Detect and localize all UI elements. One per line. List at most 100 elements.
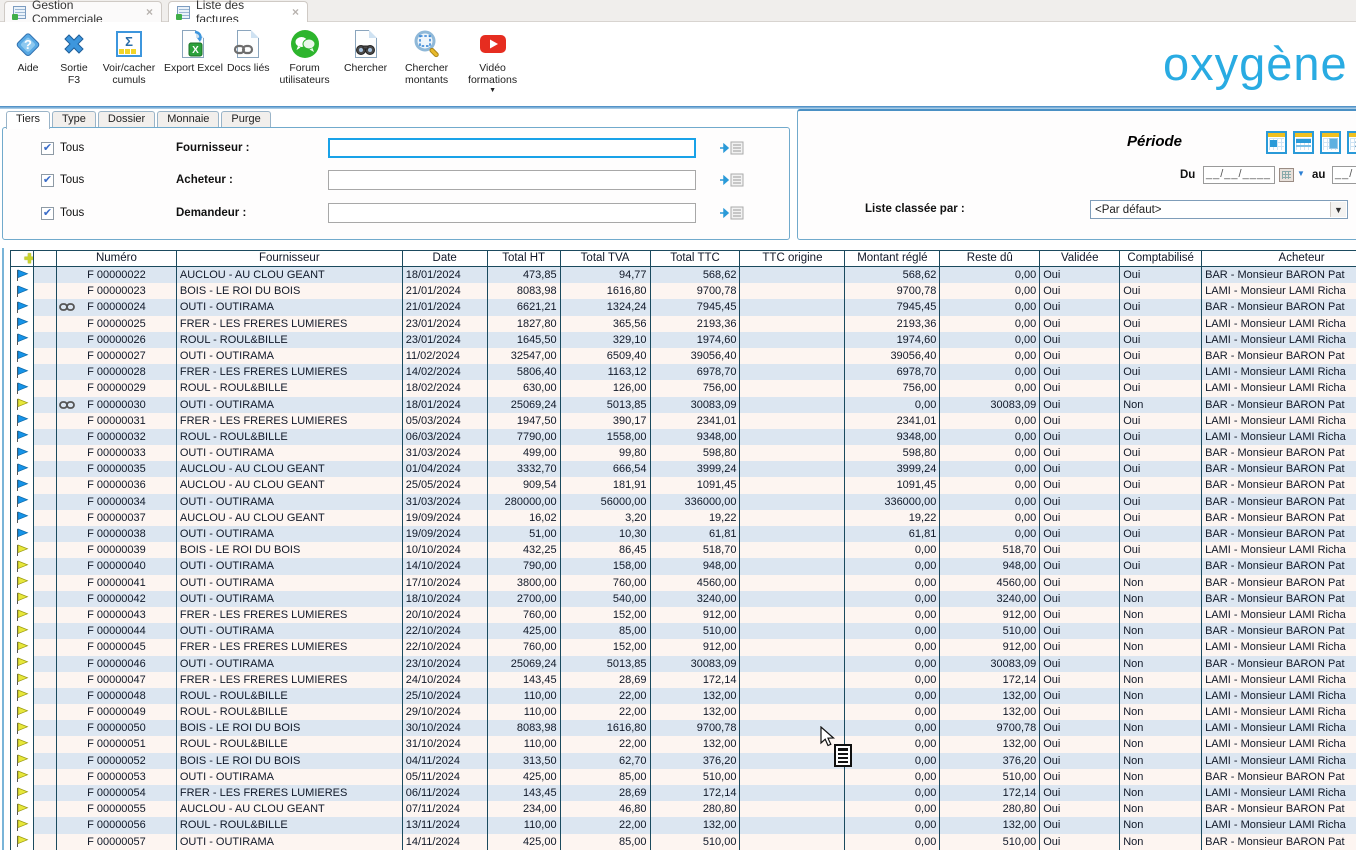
video-formations-button[interactable]: Vidéo formations ▼: [462, 28, 524, 94]
date-picker-arrow-icon[interactable]: ▼: [1297, 169, 1305, 178]
column-header-date[interactable]: Date: [403, 251, 488, 266]
table-row[interactable]: F 00000044OUTI - OUTIRAMA22/10/2024425,0…: [11, 623, 1356, 639]
table-row[interactable]: F 00000050BOIS - LE ROI DU BOIS30/10/202…: [11, 720, 1356, 736]
cell-montant_regle: 39056,40: [845, 348, 940, 364]
close-icon[interactable]: ×: [292, 5, 299, 19]
close-icon[interactable]: ×: [146, 5, 153, 19]
table-row[interactable]: F 00000038OUTI - OUTIRAMA19/09/202451,00…: [11, 526, 1356, 542]
table-row[interactable]: F 00000046OUTI - OUTIRAMA23/10/202425069…: [11, 656, 1356, 672]
calendar-month-button[interactable]: [1320, 131, 1341, 154]
table-row[interactable]: F 00000023BOIS - LE ROI DU BOIS21/01/202…: [11, 283, 1356, 299]
aide-button[interactable]: ? Aide: [6, 28, 50, 74]
dropdown-arrow-icon[interactable]: ▼: [1330, 202, 1346, 217]
cell-montant_regle: 598,80: [845, 445, 940, 461]
tab-type[interactable]: Type: [52, 111, 96, 128]
docs-lies-button[interactable]: Docs liés: [227, 28, 270, 74]
forum-utilisateurs-button[interactable]: Forum utilisateurs: [274, 28, 336, 86]
flag-icon: [15, 673, 29, 686]
tab-liste-des-factures[interactable]: Liste des factures ×: [168, 1, 308, 22]
open-demandeur-list-icon[interactable]: [719, 206, 745, 220]
fournisseur-input[interactable]: [328, 138, 696, 158]
tab-tiers[interactable]: Tiers: [6, 111, 50, 129]
chercher-montants-button[interactable]: Chercher montants: [396, 28, 458, 86]
calendar-day-button[interactable]: [1266, 131, 1287, 154]
table-row[interactable]: F 00000026ROUL - ROUL&BILLE23/01/2024164…: [11, 332, 1356, 348]
table-row[interactable]: F 00000022AUCLOU - AU CLOU GEANT18/01/20…: [11, 267, 1356, 283]
cell-flag: [11, 753, 34, 769]
sortie-f3-button[interactable]: Sortie F3: [54, 28, 94, 86]
column-header-acheteur[interactable]: Acheteur: [1202, 251, 1356, 266]
table-row[interactable]: F 00000032ROUL - ROUL&BILLE06/03/2024779…: [11, 429, 1356, 445]
chevron-down-icon[interactable]: ▼: [489, 87, 496, 94]
table-row[interactable]: F 00000036AUCLOU - AU CLOU GEANT25/05/20…: [11, 477, 1356, 493]
table-row[interactable]: F 00000025FRER - LES FRERES LUMIERES23/0…: [11, 316, 1356, 332]
cell-total_ht: 234,00: [488, 801, 561, 817]
table-row[interactable]: F 00000051ROUL - ROUL&BILLE31/10/2024110…: [11, 736, 1356, 752]
export-excel-button[interactable]: X Export Excel: [164, 28, 223, 74]
table-row[interactable]: F 00000039BOIS - LE ROI DU BOIS10/10/202…: [11, 542, 1356, 558]
table-row[interactable]: F 00000028FRER - LES FRERES LUMIERES14/0…: [11, 364, 1356, 380]
column-header-numero[interactable]: Numéro: [57, 251, 177, 266]
column-header-spacer[interactable]: [34, 251, 57, 266]
tous-acheteur-checkbox[interactable]: ✔: [41, 174, 54, 187]
tab-dossier[interactable]: Dossier: [98, 111, 155, 128]
table-row[interactable]: F 00000055AUCLOU - AU CLOU GEANT07/11/20…: [11, 801, 1356, 817]
tous-demandeur-checkbox[interactable]: ✔: [41, 207, 54, 220]
cell-total_tva: 1616,80: [561, 720, 651, 736]
table-row[interactable]: F 00000035AUCLOU - AU CLOU GEANT01/04/20…: [11, 461, 1356, 477]
table-row[interactable]: F 00000042OUTI - OUTIRAMA18/10/20242700,…: [11, 591, 1356, 607]
column-header-ttc_origine[interactable]: TTC origine: [740, 251, 845, 266]
column-header-comptabilise[interactable]: Comptabilisé: [1120, 251, 1202, 266]
chercher-button[interactable]: Chercher: [340, 28, 392, 74]
table-row[interactable]: F 00000043FRER - LES FRERES LUMIERES20/1…: [11, 607, 1356, 623]
column-header-total_ttc[interactable]: Total TTC: [651, 251, 741, 266]
table-row[interactable]: F 00000056ROUL - ROUL&BILLE13/11/2024110…: [11, 817, 1356, 833]
cell-spacer: [34, 575, 57, 591]
table-row[interactable]: F 00000037AUCLOU - AU CLOU GEANT19/09/20…: [11, 510, 1356, 526]
column-header-total_ht[interactable]: Total HT: [488, 251, 561, 266]
table-row[interactable]: F 00000045FRER - LES FRERES LUMIERES22/1…: [11, 639, 1356, 655]
open-fournisseur-list-icon[interactable]: [719, 141, 745, 155]
table-row[interactable]: F 00000029ROUL - ROUL&BILLE18/02/2024630…: [11, 380, 1356, 396]
column-header-flag[interactable]: ✚▼: [11, 251, 34, 266]
sort-dropdown[interactable]: <Par défaut> ▼: [1090, 200, 1348, 219]
date-to-input[interactable]: __/: [1332, 166, 1356, 184]
table-row[interactable]: F 00000033OUTI - OUTIRAMA31/03/2024499,0…: [11, 445, 1356, 461]
table-row[interactable]: F 00000030OUTI - OUTIRAMA18/01/202425069…: [11, 397, 1356, 413]
tab-purge[interactable]: Purge: [221, 111, 270, 128]
table-row[interactable]: F 00000040OUTI - OUTIRAMA14/10/2024790,0…: [11, 558, 1356, 574]
table-row[interactable]: F 00000047FRER - LES FRERES LUMIERES24/1…: [11, 672, 1356, 688]
table-row[interactable]: F 00000024OUTI - OUTIRAMA21/01/20246621,…: [11, 299, 1356, 315]
table-row[interactable]: F 00000034OUTI - OUTIRAMA31/03/202428000…: [11, 494, 1356, 510]
voir-cacher-cumuls-button[interactable]: Σ Voir/cacher cumuls: [98, 28, 160, 86]
table-row[interactable]: F 00000031FRER - LES FRERES LUMIERES05/0…: [11, 413, 1356, 429]
table-row[interactable]: F 00000053OUTI - OUTIRAMA05/11/2024425,0…: [11, 769, 1356, 785]
table-row[interactable]: F 00000054FRER - LES FRERES LUMIERES06/1…: [11, 785, 1356, 801]
column-header-fournisseur[interactable]: Fournisseur: [177, 251, 403, 266]
table-row[interactable]: F 00000048ROUL - ROUL&BILLE25/10/2024110…: [11, 688, 1356, 704]
demandeur-input[interactable]: [328, 203, 696, 223]
table-row[interactable]: F 00000049ROUL - ROUL&BILLE29/10/2024110…: [11, 704, 1356, 720]
column-header-validee[interactable]: Validée: [1040, 251, 1120, 266]
open-acheteur-list-icon[interactable]: [719, 173, 745, 187]
date-picker-icon[interactable]: [1279, 168, 1294, 182]
calendar-year-button[interactable]: 3: [1347, 131, 1356, 154]
flag-icon: [15, 528, 29, 541]
column-header-total_tva[interactable]: Total TVA: [561, 251, 651, 266]
cell-total_tva: 46,80: [561, 801, 651, 817]
cell-numero: F 00000023: [57, 283, 177, 299]
column-header-montant_regle[interactable]: Montant réglé: [845, 251, 940, 266]
tab-gestion-commerciale[interactable]: Gestion Commerciale ×: [4, 1, 162, 22]
cell-acheteur: BAR - Monsieur BARON Pat: [1202, 397, 1356, 413]
cell-acheteur: LAMI - Monsieur LAMI Richa: [1202, 380, 1356, 396]
table-row[interactable]: F 00000052BOIS - LE ROI DU BOIS04/11/202…: [11, 753, 1356, 769]
tab-monnaie[interactable]: Monnaie: [157, 111, 219, 128]
table-row[interactable]: F 00000057OUTI - OUTIRAMA14/11/2024425,0…: [11, 834, 1356, 850]
date-from-input[interactable]: __/__/____: [1203, 166, 1275, 184]
acheteur-input[interactable]: [328, 170, 696, 190]
column-header-reste_du[interactable]: Reste dû: [940, 251, 1040, 266]
table-row[interactable]: F 00000027OUTI - OUTIRAMA11/02/202432547…: [11, 348, 1356, 364]
calendar-week-button[interactable]: [1293, 131, 1314, 154]
tous-fournisseur-checkbox[interactable]: ✔: [41, 142, 54, 155]
table-row[interactable]: F 00000041OUTI - OUTIRAMA17/10/20243800,…: [11, 575, 1356, 591]
